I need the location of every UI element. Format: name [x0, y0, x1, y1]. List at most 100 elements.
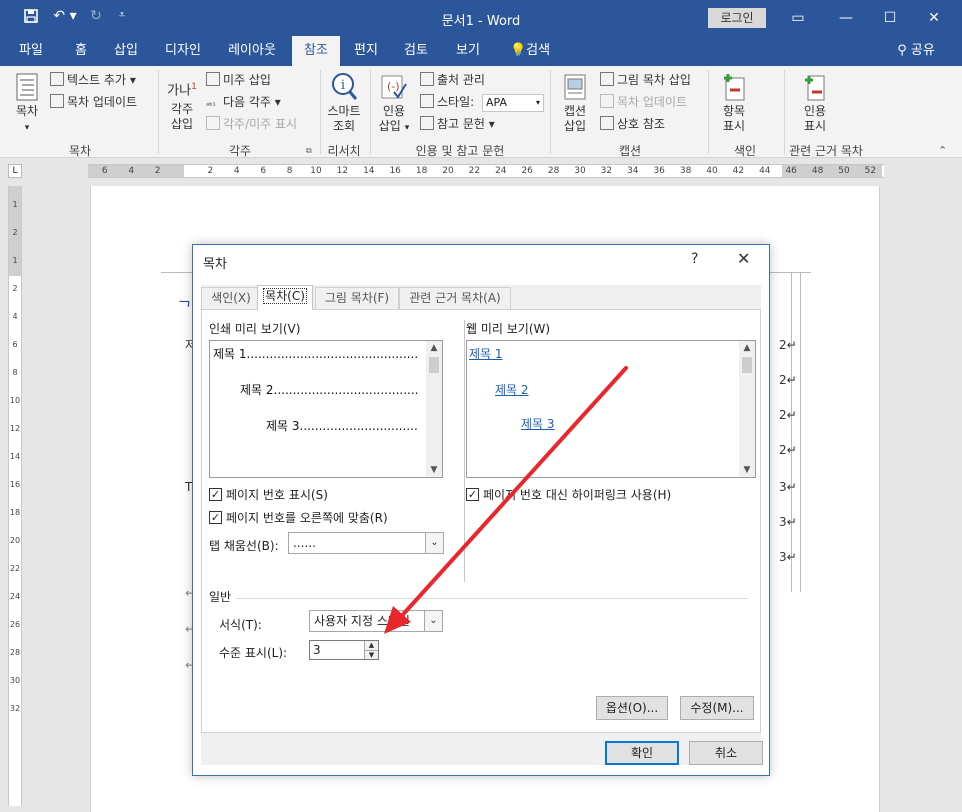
next-footnote-button[interactable]: ᵃᵇ¹ 다음 각주 ▾ — [206, 92, 281, 112]
close-icon[interactable]: ✕ — [737, 249, 750, 268]
ribbon: 목차 ▾ 텍스트 추가 ▾ 목차 업데이트 목차 가나1 각주 삽입 미주 삽입 ᵃ… — [0, 66, 962, 158]
citation-style-select[interactable]: APA ▾ — [482, 94, 544, 112]
toc-heading-fragment: ᄀ — [177, 298, 192, 317]
insert-index-icon[interactable] — [760, 72, 774, 86]
ruler-number: 36 — [653, 166, 665, 176]
spin-down-icon[interactable]: ▼ — [364, 650, 378, 659]
web-preview-box[interactable]: 제목 1 제목 2 제목 3 ▲ ▼ — [466, 340, 756, 478]
ruler-number: 16 — [9, 480, 21, 489]
insert-caption-button[interactable]: 캡션 삽입 — [556, 72, 594, 134]
ribbon-display-options-icon[interactable]: ▭ — [778, 6, 818, 30]
bibliography-button[interactable]: 참고 문헌 ▾ — [420, 114, 495, 134]
use-hyperlinks-checkbox[interactable]: ✓ 페이지 번호 대신 하이퍼링크 사용(H) — [466, 486, 671, 503]
toc-button[interactable]: 목차 ▾ — [10, 72, 44, 136]
ruler-number: 10 — [310, 166, 322, 176]
dialog-launcher-icon[interactable]: ⧉ — [306, 146, 312, 156]
citation-icon: (-) — [381, 75, 407, 99]
insert-endnote-button[interactable]: 미주 삽입 — [206, 70, 271, 90]
update-toc-button[interactable]: 목차 업데이트 — [50, 92, 137, 112]
ruler-number: 20 — [442, 166, 454, 176]
ribbon-separator — [158, 70, 159, 154]
update-index-icon[interactable] — [760, 94, 774, 108]
tab-toc[interactable]: 목차(C) — [257, 285, 313, 310]
tab-table-of-figures[interactable]: 그림 목차(F) — [315, 287, 399, 309]
scroll-down-icon[interactable]: ▼ — [739, 463, 755, 477]
style-value: APA — [486, 96, 507, 109]
scroll-thumb[interactable] — [742, 357, 752, 373]
ruler-number: 18 — [9, 508, 21, 517]
scroll-up-icon[interactable]: ▲ — [739, 341, 755, 355]
options-button[interactable]: 옵션(O)... — [596, 696, 668, 720]
tab-index[interactable]: 색인(X) — [201, 287, 261, 309]
insert-citation-button[interactable]: (-) 인용 삽입 ▾ — [374, 72, 414, 136]
collapse-ribbon-icon[interactable]: ⌃ — [938, 144, 947, 157]
format-select[interactable]: 사용자 지정 스타일 ⌄ — [309, 610, 443, 632]
update-table-button[interactable]: 목차 업데이트 — [600, 92, 687, 112]
show-page-numbers-checkbox[interactable]: ✓ 페이지 번호 표시(S) — [209, 486, 328, 503]
ruler-number: 48 — [811, 166, 824, 176]
cross-reference-button[interactable]: 상호 참조 — [600, 114, 665, 134]
add-text-icon — [50, 72, 64, 86]
use-hyperlinks-label: 페이지 번호 대신 하이퍼링크 사용(H) — [483, 488, 672, 502]
minimize-button[interactable]: — — [826, 6, 866, 30]
share-button[interactable]: ⚲ 공유 — [888, 36, 944, 66]
scroll-down-icon[interactable]: ▼ — [426, 463, 442, 477]
tab-file[interactable]: 파일 — [8, 36, 54, 66]
print-preview-box[interactable]: 제목 1....................................… — [209, 340, 443, 478]
tab-insert[interactable]: 삽입 — [106, 36, 146, 66]
toc-page-number: 3↵ — [779, 550, 797, 564]
tab-search[interactable]: 💡검색 — [502, 36, 558, 66]
levels-spinner[interactable]: 3 ▲ ▼ — [309, 640, 379, 660]
citation-label-1: 인용 — [382, 104, 406, 118]
spin-up-icon[interactable]: ▲ — [364, 641, 378, 650]
vertical-ruler[interactable]: 1 2 1 2 4 6 8 10 12 14 16 18 20 22 24 26 28 30 32 — [8, 186, 22, 806]
bibliography-icon — [420, 116, 434, 130]
manage-sources-button[interactable]: 출처 관리 — [420, 70, 485, 90]
scroll-thumb[interactable] — [429, 357, 439, 373]
maximize-button[interactable]: ☐ — [870, 6, 910, 30]
chevron-down-icon: ▾ — [535, 98, 540, 107]
tab-leader-select[interactable]: ...... ⌄ — [288, 532, 444, 554]
toc-frame-right — [791, 272, 801, 592]
share-label: 공유 — [910, 43, 935, 58]
tab-review[interactable]: 검토 — [396, 36, 436, 66]
insert-table-of-figures-button[interactable]: 그림 목차 삽입 — [600, 70, 691, 90]
close-button[interactable]: ✕ — [914, 6, 954, 30]
tab-selector[interactable]: L — [8, 164, 22, 178]
horizontal-ruler[interactable]: 6 4 2 2 4 6 8 10 12 14 16 18 20 22 24 26 28 30 32 34 36 38 40 4… — [88, 164, 884, 178]
tab-design[interactable]: 디자인 — [156, 36, 210, 66]
insert-toa-icon[interactable] — [842, 72, 856, 86]
update-toa-icon[interactable] — [842, 94, 856, 108]
tab-layout[interactable]: 레이아웃 — [218, 36, 286, 66]
print-preview-scrollbar[interactable]: ▲ ▼ — [426, 341, 442, 477]
help-button[interactable]: ? — [691, 251, 698, 267]
mark-citation-button[interactable]: 인용 표시 — [794, 72, 836, 134]
cross-reference-label: 상호 참조 — [617, 117, 665, 131]
ribbon-separator — [550, 70, 551, 154]
add-text-button[interactable]: 텍스트 추가 ▾ — [50, 70, 136, 90]
mark-entry-button[interactable]: 항목 표시 — [714, 72, 754, 134]
ruler-number: 12 — [336, 166, 349, 176]
table-of-figures-icon — [600, 72, 614, 86]
login-button[interactable]: 로그인 — [708, 8, 766, 28]
ok-button[interactable]: 확인 — [605, 741, 679, 765]
ruler-number: 16 — [389, 166, 401, 176]
ruler-number: 18 — [415, 166, 428, 176]
insert-footnote-button[interactable]: 가나1 각주 삽입 — [164, 74, 200, 132]
tab-home[interactable]: 홈 — [62, 36, 100, 66]
tab-table-of-authorities[interactable]: 관련 근거 목차(A) — [399, 287, 511, 309]
web-preview-scrollbar[interactable]: ▲ ▼ — [739, 341, 755, 477]
modify-button[interactable]: 수정(M)... — [680, 696, 754, 720]
ruler-number: 46 — [785, 166, 797, 176]
ribbon-tabs: 파일 홈 삽입 디자인 레이아웃 참조 편지 검토 보기 💡검색 ⚲ 공유 — [0, 36, 962, 66]
tab-view[interactable]: 보기 — [448, 36, 488, 66]
smart-lookup-button[interactable]: i 스마트 조회 — [324, 72, 364, 134]
show-notes-button[interactable]: 각주/미주 표시 — [206, 114, 297, 134]
ruler-number: 30 — [574, 166, 586, 176]
scroll-up-icon[interactable]: ▲ — [426, 341, 442, 355]
cancel-button[interactable]: 취소 — [689, 741, 763, 765]
toc-page-number: 2↵ — [779, 443, 797, 457]
tab-references[interactable]: 참조 — [292, 36, 340, 66]
right-align-checkbox[interactable]: ✓ 페이지 번호를 오른쪽에 맞춤(R) — [209, 509, 388, 526]
tab-mailings[interactable]: 편지 — [346, 36, 386, 66]
